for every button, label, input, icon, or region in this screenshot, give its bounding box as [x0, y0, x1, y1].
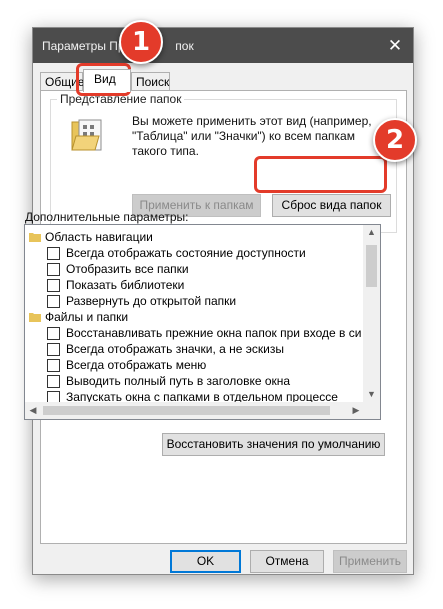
checkbox-label: Всегда отображать значки, а не эскизы: [66, 342, 284, 356]
reset-folders-button[interactable]: Сброс вида папок: [272, 194, 391, 217]
scroll-thumb[interactable]: [366, 245, 377, 287]
advanced-settings-label: Дополнительные параметры:: [25, 210, 189, 224]
checkbox[interactable]: [47, 279, 60, 292]
scroll-corner: [363, 402, 380, 419]
title-bar[interactable]: Параметры Про пок ✕: [33, 28, 413, 63]
tab-search[interactable]: Поиск: [131, 72, 170, 91]
restore-defaults-button[interactable]: Восстановить значения по умолчанию: [162, 433, 385, 456]
checkbox[interactable]: [47, 327, 60, 340]
tab-view[interactable]: Вид: [83, 69, 131, 92]
checkbox[interactable]: [47, 359, 60, 372]
checkbox[interactable]: [47, 375, 60, 388]
checkbox[interactable]: [47, 343, 60, 356]
horizontal-scrollbar[interactable]: ◀ ▶: [25, 402, 365, 419]
folder-icon: [29, 313, 41, 322]
scroll-right-icon[interactable]: ▶: [351, 405, 361, 416]
scroll-up-icon[interactable]: ▲: [363, 227, 380, 237]
step-1-badge: 1: [119, 20, 163, 64]
checkbox-label: Отобразить все папки: [66, 262, 189, 276]
checkbox-label: Всегда отображать состояние доступности: [66, 246, 306, 260]
ok-button[interactable]: OK: [170, 550, 241, 573]
close-icon[interactable]: ✕: [377, 28, 413, 63]
window-title: Параметры Про пок: [42, 39, 194, 53]
folder-views-icon: [71, 119, 102, 151]
scroll-down-icon[interactable]: ▼: [363, 389, 380, 399]
advanced-settings-tree: Область навигации Всегда отображать сост…: [24, 224, 381, 420]
checkbox-label: Показать библиотеки: [66, 278, 185, 292]
checkbox[interactable]: [47, 247, 60, 260]
apply-button[interactable]: Применить: [333, 550, 407, 573]
checkbox-label: Восстанавливать прежние окна папок при в…: [66, 326, 362, 340]
vertical-scrollbar[interactable]: ▲ ▼: [363, 225, 380, 403]
checkbox[interactable]: [47, 295, 60, 308]
checkbox-label: Развернуть до открытой папки: [66, 294, 237, 308]
folder-views-description: Вы можете применить этот вид (например, …: [132, 114, 372, 158]
tree-group-label: Область навигации: [45, 230, 153, 244]
checkbox[interactable]: [47, 263, 60, 276]
tree-group-label: Файлы и папки: [45, 310, 129, 324]
cancel-button[interactable]: Отмена: [250, 550, 324, 573]
checkbox-label: Всегда отображать меню: [66, 358, 207, 372]
checkbox-label: Выводить полный путь в заголовке окна: [66, 374, 291, 388]
highlight-reset-button: [254, 156, 387, 193]
folder-icon: [29, 233, 41, 242]
step-2-badge: 2: [373, 118, 417, 162]
scroll-left-icon[interactable]: ◀: [28, 405, 38, 416]
scroll-thumb[interactable]: [43, 406, 330, 415]
